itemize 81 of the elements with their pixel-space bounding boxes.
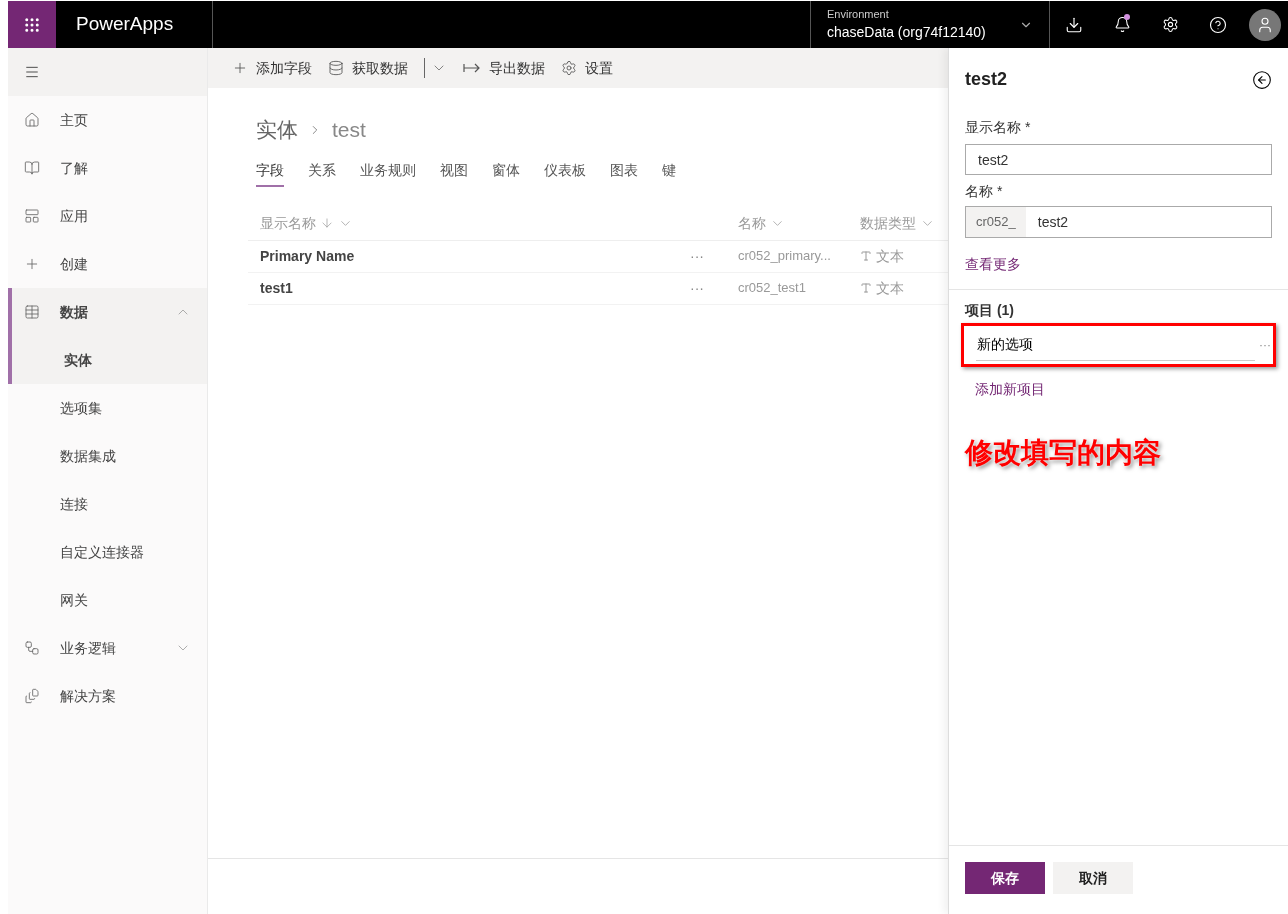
- sidebar-subitem[interactable]: 自定义连接器: [8, 528, 207, 576]
- tab[interactable]: 键: [662, 159, 676, 187]
- option-item-value[interactable]: 新的选项: [976, 329, 1255, 361]
- sidebar-item-label: 主页: [60, 110, 89, 130]
- home-icon: [24, 112, 40, 128]
- table-icon: [24, 304, 40, 320]
- sidebar-item[interactable]: 解决方案: [8, 672, 207, 720]
- table-cell-text: 文本: [876, 278, 904, 298]
- book-icon: [24, 160, 40, 176]
- tab[interactable]: 图表: [610, 159, 638, 187]
- export-arrow-icon: [463, 62, 481, 74]
- sidebar-item-label: 应用: [60, 206, 89, 226]
- flow-icon: [24, 640, 40, 656]
- field-label: 显示名称 *: [965, 119, 1031, 135]
- sidebar-item[interactable]: 应用: [8, 192, 207, 240]
- app-launcher-button[interactable]: [8, 1, 56, 48]
- more-options-button[interactable]: ···: [668, 245, 726, 267]
- grid-icon: [24, 208, 40, 224]
- display-name-field[interactable]: test2: [965, 144, 1272, 175]
- field-label: 名称 *: [965, 183, 1003, 199]
- back-button[interactable]: [1252, 69, 1272, 90]
- tab[interactable]: 字段: [256, 159, 284, 187]
- command-button[interactable]: 设置: [561, 57, 613, 79]
- sidebar-item[interactable]: 业务逻辑: [8, 624, 207, 672]
- app-name: PowerApps: [76, 12, 175, 37]
- annotation-text: 修改填写的内容: [965, 436, 1162, 470]
- panel-title: test2: [965, 68, 1008, 91]
- sidebar-item-label: 业务逻辑: [60, 638, 117, 658]
- more-options-button[interactable]: ···: [668, 277, 726, 299]
- name-value: test2: [1036, 212, 1070, 232]
- menu-icon: [24, 64, 40, 80]
- sidebar-subitem[interactable]: 数据集成: [8, 432, 207, 480]
- breadcrumb-link[interactable]: 实体: [256, 114, 298, 146]
- waffle-icon: [23, 15, 41, 34]
- help-icon: [1209, 15, 1227, 34]
- save-button[interactable]: 保存: [965, 862, 1045, 894]
- text-type-icon: [860, 250, 872, 262]
- tab[interactable]: 业务规则: [360, 159, 416, 187]
- name-field[interactable]: cr052_ test2: [965, 206, 1272, 238]
- tab[interactable]: 仪表板: [544, 159, 586, 187]
- name-prefix: cr052_: [966, 207, 1026, 237]
- settings-icon: [1161, 16, 1179, 33]
- sidebar-item-label: 数据: [60, 302, 89, 322]
- sidebar-item-label: 了解: [60, 158, 89, 178]
- see-more-link[interactable]: 查看更多: [965, 256, 1021, 272]
- plus-icon: [24, 256, 40, 272]
- tab[interactable]: 视图: [440, 159, 468, 187]
- bell-icon: [1113, 16, 1131, 33]
- download-icon: [1065, 15, 1083, 34]
- database-icon: [328, 60, 344, 76]
- add-item-link[interactable]: 添加新项目: [975, 381, 1045, 397]
- command-button[interactable]: 导出数据: [463, 57, 545, 79]
- tab[interactable]: 关系: [308, 159, 336, 187]
- sidebar-subitem[interactable]: 网关: [8, 576, 207, 624]
- table-cell-text: Primary Name: [259, 246, 356, 266]
- sidebar-item[interactable]: 创建: [8, 240, 207, 288]
- items-heading: 项目 (1): [965, 301, 1015, 320]
- person-icon: [1256, 15, 1274, 34]
- sidebar-item[interactable]: 数据: [8, 288, 207, 336]
- command-button[interactable]: 添加字段: [232, 57, 312, 79]
- sidebar-subitem[interactable]: 连接: [8, 480, 207, 528]
- sidebar-subitem[interactable]: 选项集: [8, 384, 207, 432]
- more-options-button[interactable]: ···: [1255, 336, 1271, 354]
- table-cell-text: cr052_primary...: [737, 247, 832, 266]
- settings-icon: [561, 60, 577, 76]
- documents-icon: [24, 688, 40, 704]
- breadcrumb-current: test: [332, 117, 366, 143]
- sidebar-item[interactable]: 了解: [8, 144, 207, 192]
- sidebar-item-label: 创建: [60, 254, 89, 274]
- cancel-button[interactable]: 取消: [1053, 862, 1133, 894]
- tab[interactable]: 窗体: [492, 159, 520, 187]
- table-cell-text: test1: [259, 278, 294, 298]
- sidebar-item-label: 解决方案: [60, 686, 117, 706]
- text-type-icon: [860, 282, 872, 294]
- user-avatar[interactable]: [1249, 8, 1281, 41]
- plus-icon: [232, 60, 248, 76]
- table-cell-text: cr052_test1: [737, 279, 807, 298]
- table-cell-text: 文本: [876, 246, 904, 266]
- command-button[interactable]: 获取数据: [328, 57, 408, 79]
- sidebar-item[interactable]: 主页: [8, 96, 207, 144]
- sidebar-subitem[interactable]: 实体: [8, 336, 207, 384]
